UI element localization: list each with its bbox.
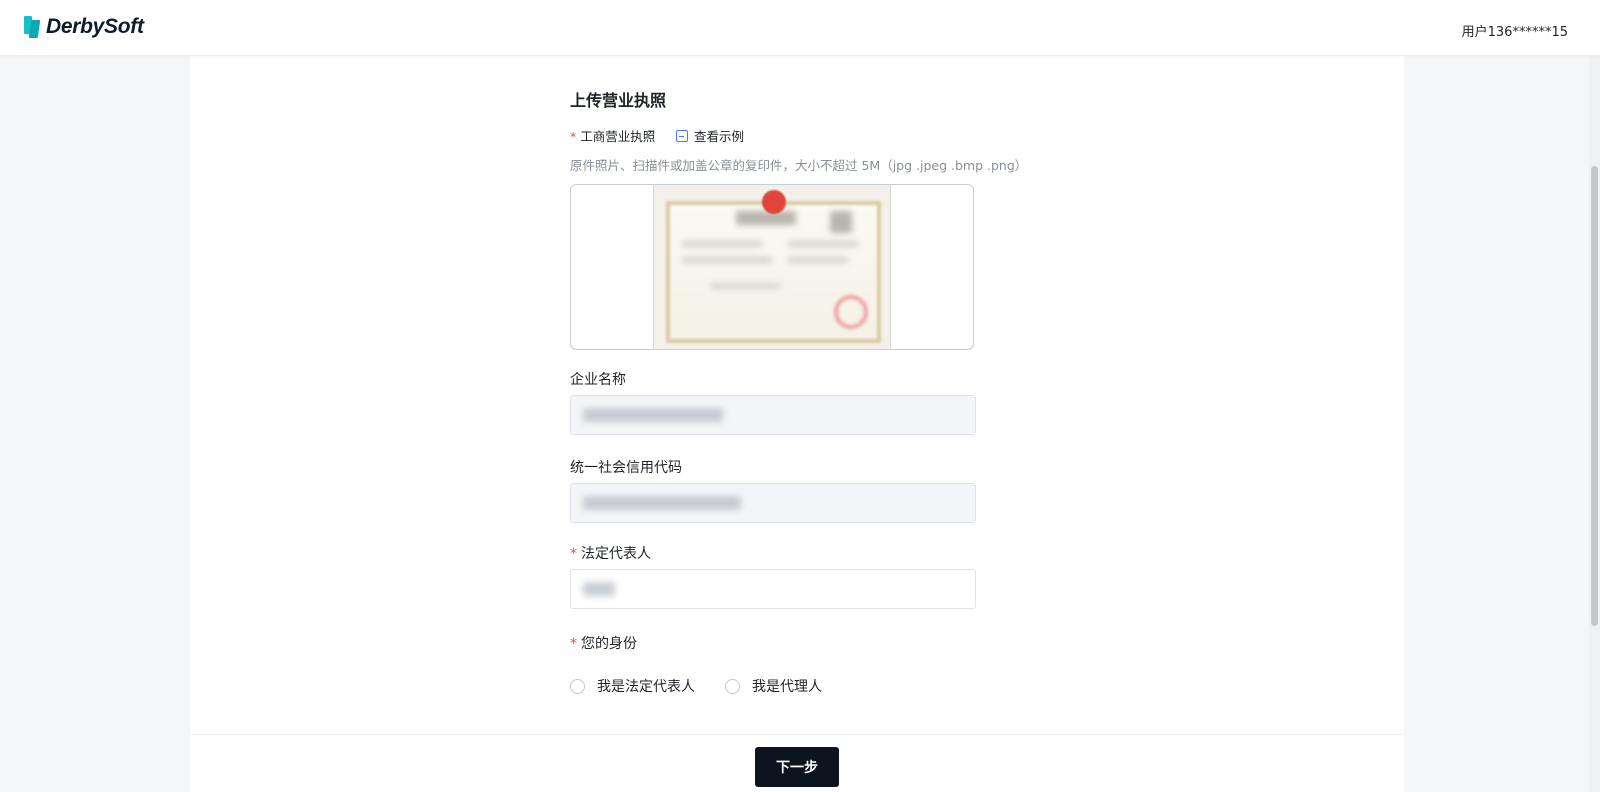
legal-rep-label: * 法定代表人 xyxy=(570,543,651,563)
company-name-field xyxy=(570,395,976,435)
radio-label: 我是法定代表人 xyxy=(597,679,695,695)
identity-label-text: 您的身份 xyxy=(581,636,637,652)
radio-label: 我是代理人 xyxy=(752,679,822,695)
radio-circle[interactable] xyxy=(725,678,740,694)
required-mark: * xyxy=(570,129,577,144)
required-mark: * xyxy=(570,546,577,562)
logo-text: DerbySoft xyxy=(46,15,144,38)
stamp-icon xyxy=(834,295,868,329)
derbysoft-logo[interactable]: DerbySoft xyxy=(24,15,144,39)
view-example-text: 查看示例 xyxy=(694,129,745,144)
section-title: 上传营业执照 xyxy=(570,91,667,110)
view-example-link[interactable]: 查看示例 xyxy=(676,126,744,145)
identity-label: * 您的身份 xyxy=(570,633,637,653)
license-label: * 工商营业执照 xyxy=(570,126,655,145)
logo-icon xyxy=(24,16,41,38)
company-name-value xyxy=(583,408,723,422)
radio-circle[interactable] xyxy=(570,678,585,694)
credit-code-field xyxy=(570,483,976,523)
page-scrollbar[interactable] xyxy=(1589,56,1600,792)
form-card: 上传营业执照 * 工商营业执照 查看示例 原件照片、扫描件或加盖公章的复印件，大小… xyxy=(190,56,1404,792)
emblem-icon xyxy=(762,190,786,214)
top-header: DerbySoft 用户136******15 xyxy=(0,0,1600,56)
radio-agent[interactable]: 我是代理人 xyxy=(725,676,822,696)
user-account-label[interactable]: 用户136******15 xyxy=(1462,21,1568,40)
document-icon xyxy=(676,129,688,142)
company-name-label: 企业名称 xyxy=(570,372,626,388)
legal-rep-input[interactable] xyxy=(570,569,976,609)
legal-rep-label-text: 法定代表人 xyxy=(581,546,651,562)
license-upload-area[interactable] xyxy=(570,184,974,350)
upload-hint: 原件照片、扫描件或加盖公章的复印件，大小不超过 5M（jpg .jpeg .bm… xyxy=(570,158,1028,173)
form-footer: 下一步 xyxy=(190,734,1404,792)
identity-radio-group: 我是法定代表人 我是代理人 xyxy=(570,676,852,696)
legal-rep-value xyxy=(583,582,615,596)
license-preview-image[interactable] xyxy=(653,185,891,349)
radio-legal-representative[interactable]: 我是法定代表人 xyxy=(570,676,695,696)
credit-code-value xyxy=(583,496,741,510)
next-step-button[interactable]: 下一步 xyxy=(755,747,839,787)
scrollbar-thumb[interactable] xyxy=(1591,166,1598,626)
license-label-text: 工商营业执照 xyxy=(580,129,656,144)
required-mark: * xyxy=(570,636,577,652)
credit-code-label: 统一社会信用代码 xyxy=(570,460,682,476)
